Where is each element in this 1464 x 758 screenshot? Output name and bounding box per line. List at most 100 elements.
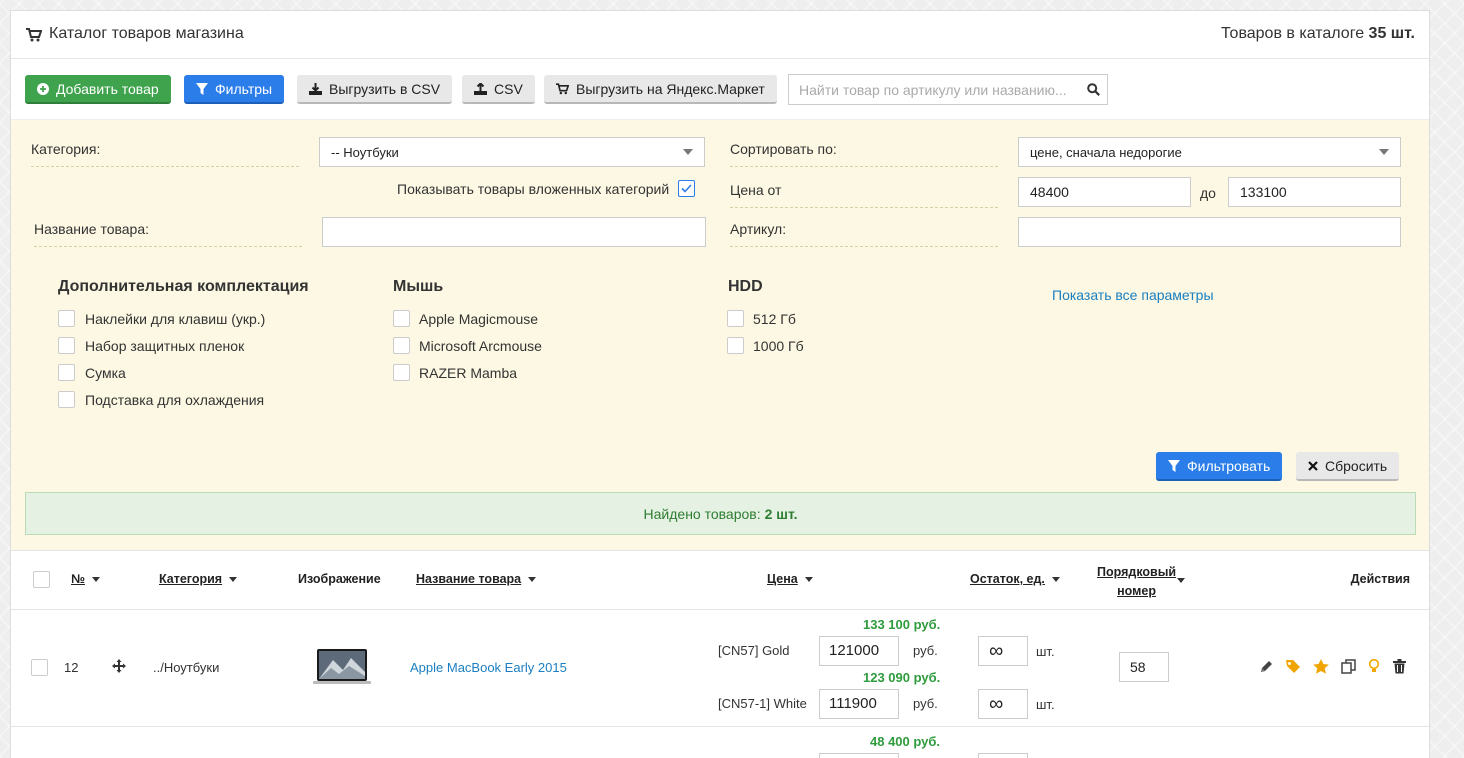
reset-filter-label: Сбросить <box>1325 457 1388 474</box>
divider <box>11 550 1429 551</box>
variant-price-sum: 133 100 руб. <box>863 617 941 632</box>
column-header-label: номер <box>1117 584 1156 598</box>
check-icon <box>681 184 692 193</box>
category-select-value: -- Ноутбуки <box>331 145 399 160</box>
export-csv-button[interactable]: Выгрузить в CSV <box>297 75 453 104</box>
variant-unit: шт. <box>1036 697 1055 712</box>
column-header-image: Изображение <box>298 572 381 586</box>
param-checkbox[interactable] <box>727 337 744 354</box>
column-header-name[interactable]: Название товара <box>416 572 537 586</box>
pencil-icon[interactable] <box>1259 659 1274 677</box>
category-select[interactable]: -- Ноутбуки <box>319 137 705 167</box>
chevron-down-icon <box>1177 578 1185 583</box>
catalog-count-label: Товаров в каталоге <box>1221 25 1365 42</box>
column-header-category[interactable]: Категория <box>159 572 238 586</box>
product-name-link[interactable]: Apple MacBook Early 2015 <box>410 660 567 675</box>
param-item-label: Набор защитных пленок <box>85 338 245 354</box>
copy-icon[interactable] <box>1341 659 1357 677</box>
variant-stock-input[interactable]: ∞ <box>978 689 1028 719</box>
trash-icon[interactable] <box>1393 659 1406 677</box>
column-header-price[interactable]: Цена <box>767 572 813 586</box>
row-checkbox[interactable] <box>31 659 48 676</box>
sort-label: Сортировать по: <box>730 139 998 167</box>
column-header-label: Остаток, ед. <box>970 572 1045 586</box>
sort-select-value: цене, сначала недорогие <box>1030 145 1182 160</box>
funnel-icon <box>196 82 208 95</box>
search-icon[interactable] <box>1079 75 1107 104</box>
chevron-down-icon <box>1379 149 1389 155</box>
param-checkbox[interactable] <box>58 364 75 381</box>
show-all-params-link[interactable]: Показать все параметры <box>1052 287 1214 303</box>
nested-categories-checkbox[interactable] <box>678 180 695 197</box>
yandex-market-button[interactable]: Выгрузить на Яндекс.Маркет <box>544 75 777 104</box>
variant-stock-input[interactable]: ∞ <box>978 636 1028 666</box>
chevron-down-icon <box>804 577 813 583</box>
variant-price-input[interactable]: 111900 <box>819 689 899 719</box>
row-category: ../Ноутбуки <box>153 660 220 675</box>
sku-input[interactable] <box>1018 217 1401 247</box>
upload-icon <box>474 82 487 95</box>
plus-circle-icon <box>37 82 49 95</box>
price-from-input[interactable]: 48400 <box>1018 177 1191 207</box>
param-item-label: Подставка для охлаждения <box>85 392 265 408</box>
search-input[interactable] <box>789 75 1079 104</box>
lightbulb-icon[interactable] <box>1368 658 1380 677</box>
page-header: Каталог товаров магазина Товаров в катал… <box>11 11 1429 59</box>
add-product-button[interactable]: Добавить товар <box>25 75 171 104</box>
chevron-down-icon <box>683 149 693 155</box>
nested-categories-label: Показывать товары вложенных категорий <box>397 181 670 197</box>
variant-price-sum: 48 400 руб. <box>870 734 941 749</box>
import-csv-button[interactable]: CSV <box>462 75 535 104</box>
param-checkbox[interactable] <box>393 364 410 381</box>
catalog-count: Товаров в каталоге 35 шт. <box>1221 25 1415 43</box>
variant-price-input[interactable] <box>819 753 899 758</box>
param-item-label: Microsoft Arcmouse <box>419 338 542 354</box>
column-header-order[interactable]: Порядковый номер <box>1097 563 1176 601</box>
column-header-stock[interactable]: Остаток, ед. <box>970 572 1060 586</box>
catalog-panel: Каталог товаров магазина Товаров в катал… <box>10 10 1430 758</box>
product-name-input[interactable] <box>322 217 706 247</box>
variant-price-sum: 123 090 руб. <box>863 670 941 685</box>
divider <box>11 609 1429 610</box>
product-image[interactable] <box>313 648 371 689</box>
funnel-icon <box>1168 459 1180 472</box>
page-title: Каталог товаров магазина <box>49 25 244 42</box>
param-checkbox[interactable] <box>393 310 410 327</box>
filter-panel: Категория: -- Ноутбуки Показывать товары… <box>11 119 1429 550</box>
export-csv-label: Выгрузить в CSV <box>329 80 441 97</box>
chevron-down-icon <box>1051 577 1060 583</box>
param-checkbox[interactable] <box>393 337 410 354</box>
param-item-label: Наклейки для клавиш (укр.) <box>85 311 266 327</box>
select-all-checkbox[interactable] <box>33 571 50 588</box>
star-icon[interactable] <box>1313 659 1329 677</box>
column-header-num[interactable]: № <box>71 572 100 586</box>
order-input[interactable]: 58 <box>1119 652 1169 682</box>
param-checkbox[interactable] <box>58 337 75 354</box>
sort-select[interactable]: цене, сначала недорогие <box>1018 137 1401 167</box>
move-icon[interactable] <box>112 659 126 676</box>
variant-price-input[interactable]: 121000 <box>819 636 899 666</box>
param-title-mouse: Мышь <box>393 278 444 295</box>
variant-unit: шт. <box>1036 644 1055 659</box>
divider <box>11 726 1429 727</box>
chevron-down-icon <box>528 577 537 583</box>
cart-icon <box>556 82 569 94</box>
price-to-input[interactable]: 133100 <box>1228 177 1401 207</box>
variant-stock-input[interactable] <box>978 753 1028 758</box>
param-checkbox[interactable] <box>58 310 75 327</box>
apply-filter-button[interactable]: Фильтровать <box>1156 452 1283 481</box>
filters-label: Фильтры <box>215 80 273 97</box>
param-checkbox[interactable] <box>58 391 75 408</box>
close-icon <box>1308 460 1318 471</box>
param-item-label: Сумка <box>85 365 126 381</box>
param-title-accessories: Дополнительная комплектация <box>58 278 309 295</box>
variant-currency: руб. <box>913 643 938 658</box>
tag-icon[interactable] <box>1285 659 1301 677</box>
filters-button[interactable]: Фильтры <box>184 75 285 104</box>
param-checkbox[interactable] <box>727 310 744 327</box>
column-header-label: Название товара <box>416 572 522 586</box>
add-product-label: Добавить товар <box>56 80 159 97</box>
variant-label: [CN57-1] White <box>718 696 807 711</box>
yandex-market-label: Выгрузить на Яндекс.Маркет <box>576 80 765 97</box>
reset-filter-button[interactable]: Сбросить <box>1296 452 1400 481</box>
